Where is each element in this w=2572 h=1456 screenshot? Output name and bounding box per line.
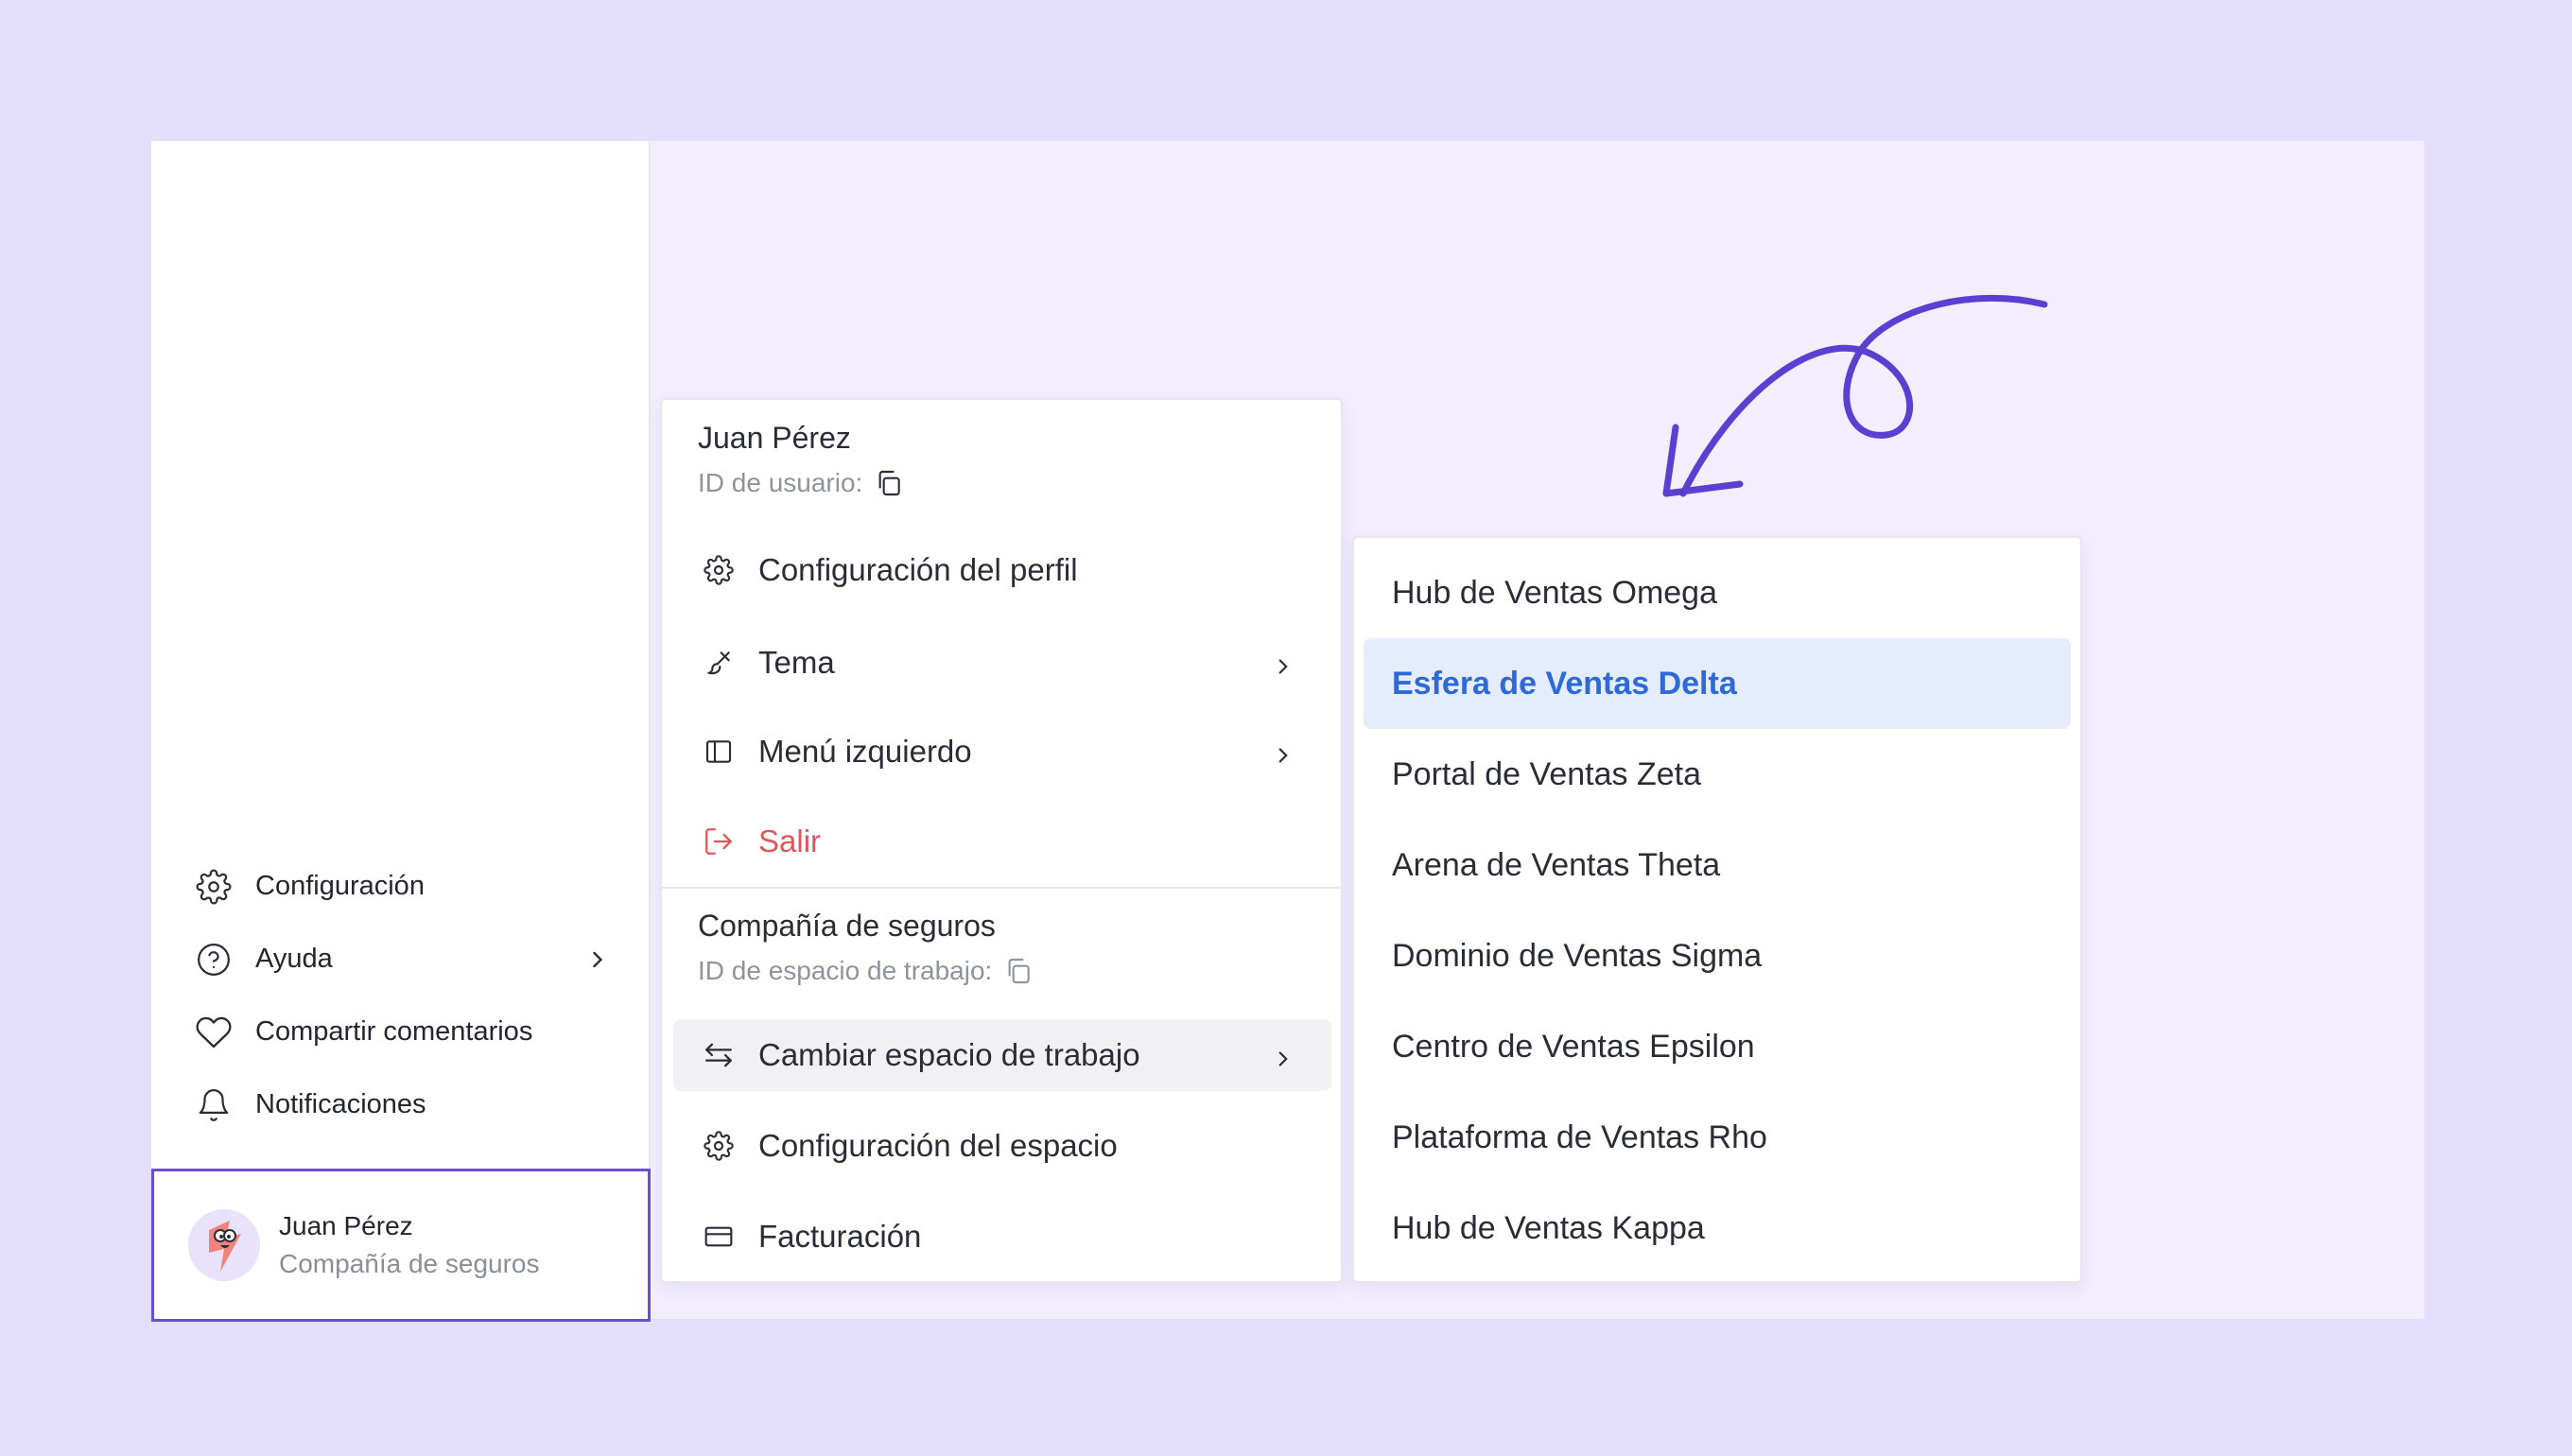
menu-item-configuracion-perfil[interactable]: Configuración del perfil: [673, 534, 1331, 606]
chevron-right-icon: [1271, 1043, 1295, 1067]
menu-item-tema[interactable]: Tema: [673, 627, 1331, 699]
workspace-option[interactable]: Plataforma de Ventas Rho: [1364, 1092, 2071, 1183]
sidebar: Configuración Ayuda Compartir comentario…: [151, 141, 651, 1322]
user-company: Compañía de seguros: [279, 1249, 540, 1278]
workspace-switcher-menu: Hub de Ventas Omega Esfera de Ventas Del…: [1352, 536, 2082, 1283]
sidebar-item-configuracion[interactable]: Configuración: [195, 850, 611, 923]
gear-icon: [702, 1129, 736, 1163]
menu-item-label: Configuración del perfil: [758, 552, 1078, 587]
workspace-id-label: ID de espacio de trabajo:: [698, 956, 993, 985]
gear-icon: [195, 868, 233, 906]
menu-item-cambiar-espacio[interactable]: Cambiar espacio de trabajo: [673, 1019, 1331, 1091]
chevron-right-icon: [1271, 739, 1295, 764]
menu-item-facturacion[interactable]: Facturación: [673, 1201, 1331, 1273]
workspace-name: Compañía de seguros: [698, 909, 996, 943]
menu-item-menu-izquierdo[interactable]: Menú izquierdo: [673, 716, 1331, 788]
avatar: [188, 1209, 260, 1281]
workspace-option[interactable]: Hub de Ventas Omega: [1364, 547, 2071, 638]
gear-icon: [702, 553, 736, 587]
brush-icon: [702, 646, 736, 680]
workspace-option[interactable]: Arena de Ventas Theta: [1364, 820, 2071, 910]
copy-user-id-icon[interactable]: [874, 468, 904, 498]
switch-arrows-icon: [702, 1038, 736, 1072]
workspace-option[interactable]: Hub de Ventas Kappa: [1364, 1183, 2071, 1274]
workspace-option[interactable]: Centro de Ventas Epsilon: [1364, 1001, 2071, 1092]
help-circle-icon: [195, 941, 233, 979]
logout-icon: [702, 824, 736, 858]
menu-item-salir[interactable]: Salir: [673, 806, 1331, 877]
workspace-option[interactable]: Portal de Ventas Zeta: [1364, 729, 2071, 820]
sidebar-item-label: Notificaciones: [255, 1089, 426, 1119]
menu-item-label: Facturación: [758, 1219, 922, 1254]
annotation-arrow-icon: [1662, 295, 2048, 497]
sidebar-item-label: Configuración: [255, 871, 425, 901]
credit-card-icon: [702, 1220, 736, 1254]
profile-menu-user-name: Juan Pérez: [698, 421, 851, 455]
user-profile-button[interactable]: Juan Pérez Compañía de seguros: [151, 1169, 651, 1322]
menu-item-label: Tema: [758, 645, 835, 680]
sidebar-item-compartir-comentarios[interactable]: Compartir comentarios: [195, 996, 611, 1068]
menu-item-label: Configuración del espacio: [758, 1128, 1118, 1163]
user-name: Juan Pérez: [279, 1211, 413, 1240]
menu-item-label: Cambiar espacio de trabajo: [758, 1037, 1140, 1072]
workspace-option-selected[interactable]: Esfera de Ventas Delta: [1364, 638, 2071, 729]
profile-menu: Juan Pérez ID de usuario: Configuración …: [660, 398, 1343, 1283]
sidebar-item-notificaciones[interactable]: Notificaciones: [195, 1068, 611, 1141]
chevron-right-icon: [1271, 650, 1295, 675]
sidebar-item-ayuda[interactable]: Ayuda: [195, 923, 611, 996]
user-id-label: ID de usuario:: [698, 468, 863, 497]
menu-item-label: Menú izquierdo: [758, 734, 972, 769]
sidebar-layout-icon: [702, 735, 736, 769]
menu-item-configuracion-espacio[interactable]: Configuración del espacio: [673, 1110, 1331, 1182]
sidebar-menu: Configuración Ayuda Compartir comentario…: [195, 850, 611, 1141]
menu-item-label: Salir: [758, 823, 822, 858]
chevron-right-icon: [584, 946, 611, 973]
sidebar-item-label: Compartir comentarios: [255, 1016, 533, 1047]
heart-icon: [195, 1014, 233, 1051]
sidebar-item-label: Ayuda: [255, 944, 333, 974]
workspace-option[interactable]: Dominio de Ventas Sigma: [1364, 910, 2071, 1001]
menu-divider: [662, 887, 1341, 889]
copy-workspace-id-icon[interactable]: [1003, 956, 1034, 986]
bell-icon: [195, 1086, 233, 1124]
